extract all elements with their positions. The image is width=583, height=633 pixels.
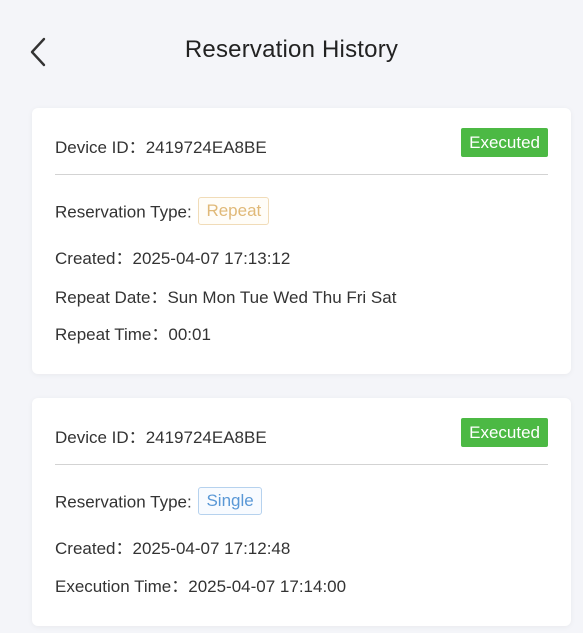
created-label: Created： — [55, 249, 133, 268]
reservation-card[interactable]: Device ID：2419724EA8BE Executed Reservat… — [32, 108, 571, 374]
device-id-label: Device ID： — [55, 138, 146, 157]
reservation-type-badge: Single — [198, 487, 262, 515]
card-header: Device ID：2419724EA8BE Executed — [55, 108, 548, 175]
repeat-time-value: 00:01 — [168, 325, 211, 344]
page-title: Reservation History — [184, 36, 399, 63]
repeat-date-label: Repeat Date： — [55, 288, 168, 307]
reservation-card[interactable]: Device ID：2419724EA8BE Executed Reservat… — [32, 398, 571, 626]
created-value: 2025-04-07 17:13:12 — [132, 249, 291, 268]
execution-time-row: Execution Time：2025-04-07 17:14:00 — [55, 572, 346, 597]
execution-time-label: Execution Time： — [55, 577, 189, 596]
reservation-type-row: Reservation Type: Repeat — [55, 197, 270, 225]
device-id: Device ID：2419724EA8BE — [55, 133, 267, 158]
device-id-label: Device ID： — [55, 428, 146, 447]
card-header: Device ID：2419724EA8BE Executed — [55, 398, 548, 465]
device-id-value: 2419724EA8BE — [145, 428, 267, 447]
created-label: Created： — [55, 539, 133, 558]
reservation-type-label: Reservation Type: — [55, 202, 192, 222]
status-badge: Executed — [461, 418, 548, 447]
reservation-type-badge: Repeat — [198, 197, 270, 225]
device-id: Device ID：2419724EA8BE — [55, 423, 267, 448]
created-row: Created：2025-04-07 17:13:12 — [55, 244, 290, 269]
repeat-time-row: Repeat Time：00:01 — [55, 320, 211, 345]
device-id-value: 2419724EA8BE — [145, 138, 267, 157]
created-value: 2025-04-07 17:12:48 — [132, 539, 291, 558]
repeat-date-row: Repeat Date：Sun Mon Tue Wed Thu Fri Sat — [55, 283, 396, 308]
repeat-time-label: Repeat Time： — [55, 325, 169, 344]
created-row: Created：2025-04-07 17:12:48 — [55, 534, 290, 559]
status-badge: Executed — [461, 128, 548, 157]
reservation-type-row: Reservation Type: Single — [55, 487, 262, 515]
header: Reservation History — [0, 0, 583, 104]
execution-time-value: 2025-04-07 17:14:00 — [188, 577, 347, 596]
repeat-date-value: Sun Mon Tue Wed Thu Fri Sat — [167, 288, 397, 307]
reservation-type-label: Reservation Type: — [55, 492, 192, 512]
